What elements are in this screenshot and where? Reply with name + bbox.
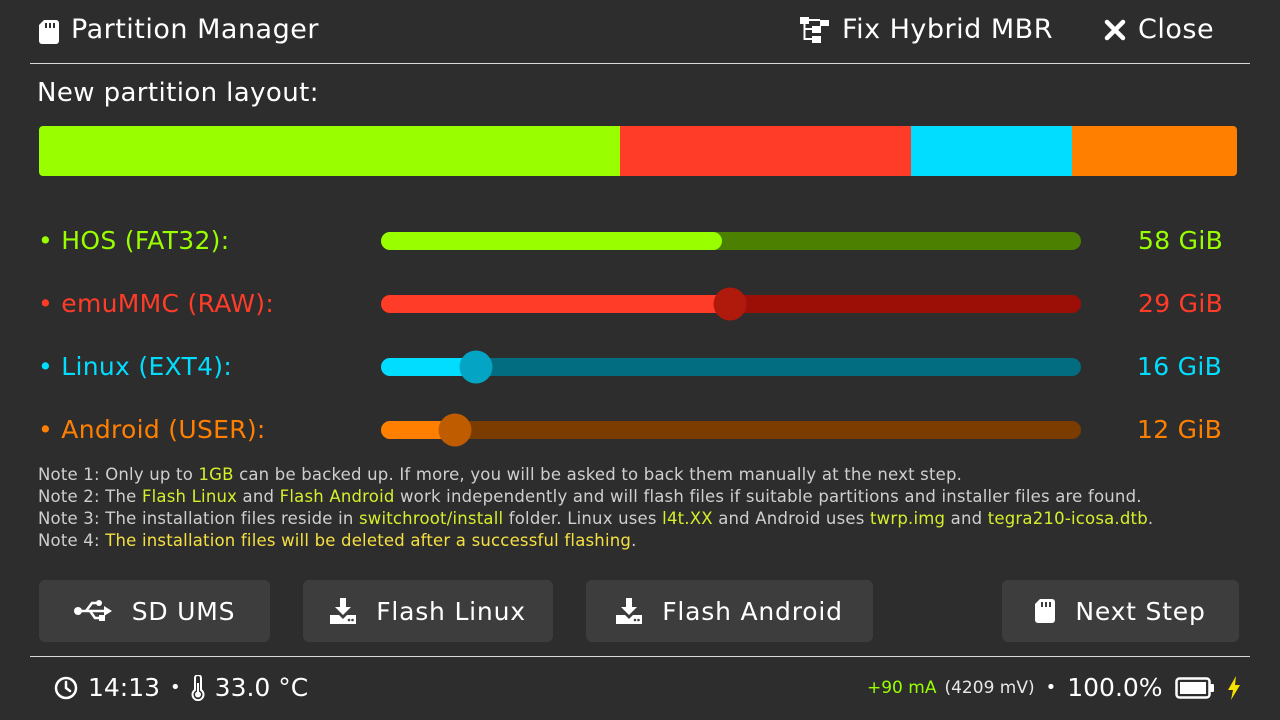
- note-4: Note 4: The installation files will be d…: [38, 530, 1153, 552]
- note-highlight: l4t.XX: [662, 509, 713, 528]
- page-title: Partition Manager: [71, 14, 319, 45]
- partition-size-slider[interactable]: [381, 413, 1081, 447]
- note-text: and Android uses: [712, 509, 870, 528]
- download-icon: [330, 598, 357, 624]
- footer-separator: •: [1045, 677, 1057, 698]
- battery-percent: 100.0%: [1067, 673, 1163, 702]
- battery-voltage: (4209 mV): [944, 677, 1035, 698]
- partition-label: • emuMMC (RAW):: [38, 289, 275, 318]
- partition-label: • Linux (EXT4):: [38, 352, 233, 381]
- note-highlight: Flash Linux: [141, 487, 238, 506]
- note-text: folder. Linux uses: [503, 509, 663, 528]
- note-highlight: switchroot/install: [358, 509, 504, 528]
- temperature-readout: 33.0 °C: [214, 673, 309, 702]
- note-text: can be backed up. If more, you will be a…: [233, 465, 963, 484]
- note-highlight: 1GB: [198, 465, 234, 484]
- partition-layout-bar: [39, 126, 1237, 176]
- note-text: work independently and will flash files …: [394, 487, 1142, 506]
- partition-size-slider[interactable]: [381, 287, 1081, 321]
- partition-size-value: 58 GiB: [1138, 226, 1224, 255]
- close-label: Close: [1138, 14, 1215, 45]
- partition-segment-hos: [39, 126, 621, 176]
- flash-linux-button[interactable]: Flash Linux: [303, 580, 553, 642]
- sd-card-icon: [39, 20, 59, 44]
- sd-ums-label: SD UMS: [131, 596, 236, 626]
- next-step-button[interactable]: Next Step: [1002, 580, 1239, 642]
- footer-right: +90 mA (4209 mV) • 100.0%: [867, 673, 1241, 702]
- slider-fill: [381, 295, 731, 313]
- layout-title: New partition layout:: [37, 78, 319, 108]
- partition-size-slider[interactable]: [381, 232, 1081, 250]
- flash-android-button[interactable]: Flash Android: [586, 580, 873, 642]
- partition-label: • Android (USER):: [38, 415, 266, 444]
- note-text: Note 3: The installation files reside in: [38, 509, 359, 528]
- sd-ums-button[interactable]: SD UMS: [39, 580, 270, 642]
- clock-time: 14:13: [88, 673, 161, 702]
- note-2: Note 2: The Flash Linux and Flash Androi…: [38, 486, 1153, 508]
- partition-segment-android: [1071, 126, 1237, 176]
- battery-icon: [1174, 676, 1214, 699]
- partition-segment-linux: [911, 126, 1072, 176]
- slider-knob[interactable]: [438, 413, 471, 447]
- footer-left: 14:13 • 33.0 °C: [54, 673, 308, 702]
- slider-knob[interactable]: [459, 350, 492, 384]
- note-3: Note 3: The installation files reside in…: [38, 508, 1153, 530]
- note-1: Note 1: Only up to 1GB can be backed up.…: [38, 464, 1153, 486]
- slider-knob[interactable]: [713, 287, 747, 321]
- partition-size-slider[interactable]: [381, 350, 1081, 384]
- note-text: Note 1: Only up to: [38, 465, 199, 484]
- partition-size-value: 16 GiB: [1137, 352, 1223, 381]
- note-text: and: [945, 509, 988, 528]
- footer-separator: •: [170, 677, 181, 698]
- partition-label: • HOS (FAT32):: [38, 226, 230, 255]
- tree-icon: [800, 16, 829, 43]
- slider-fill: [381, 232, 722, 250]
- fix-hybrid-mbr-button[interactable]: Fix Hybrid MBR: [800, 14, 1053, 45]
- flash-android-label: Flash Android: [662, 596, 843, 626]
- note-text: .: [631, 531, 637, 550]
- partition-segment-emummc: [620, 126, 912, 176]
- partition-size-value: 29 GiB: [1138, 289, 1224, 318]
- note-highlight: Flash Android: [279, 487, 395, 506]
- notes-section: Note 1: Only up to 1GB can be backed up.…: [38, 464, 1153, 552]
- charging-bolt-icon: [1227, 675, 1240, 700]
- flash-linux-label: Flash Linux: [376, 596, 526, 626]
- next-step-label: Next Step: [1075, 596, 1206, 626]
- fix-hybrid-mbr-label: Fix Hybrid MBR: [842, 14, 1053, 45]
- thermometer-icon: [191, 674, 205, 701]
- usb-icon: [73, 600, 112, 621]
- close-icon: [1104, 19, 1126, 40]
- sd-card-icon: [1035, 599, 1056, 623]
- note-highlight: twrp.img: [869, 509, 946, 528]
- close-button[interactable]: Close: [1104, 14, 1214, 45]
- battery-current: +90 mA: [867, 677, 937, 698]
- header-divider: [30, 63, 1250, 64]
- clock-icon: [54, 676, 78, 699]
- note-highlight: tegra210-icosa.dtb: [987, 509, 1148, 528]
- download-icon: [616, 598, 643, 624]
- note-text: .: [1147, 509, 1154, 528]
- note-text: Note 4:: [38, 531, 106, 550]
- partition-size-value: 12 GiB: [1137, 415, 1223, 444]
- note-text: Note 2: The: [38, 487, 142, 506]
- note-text: and: [237, 487, 280, 506]
- footer-divider: [30, 656, 1250, 657]
- note-warning: The installation files will be deleted a…: [105, 531, 632, 550]
